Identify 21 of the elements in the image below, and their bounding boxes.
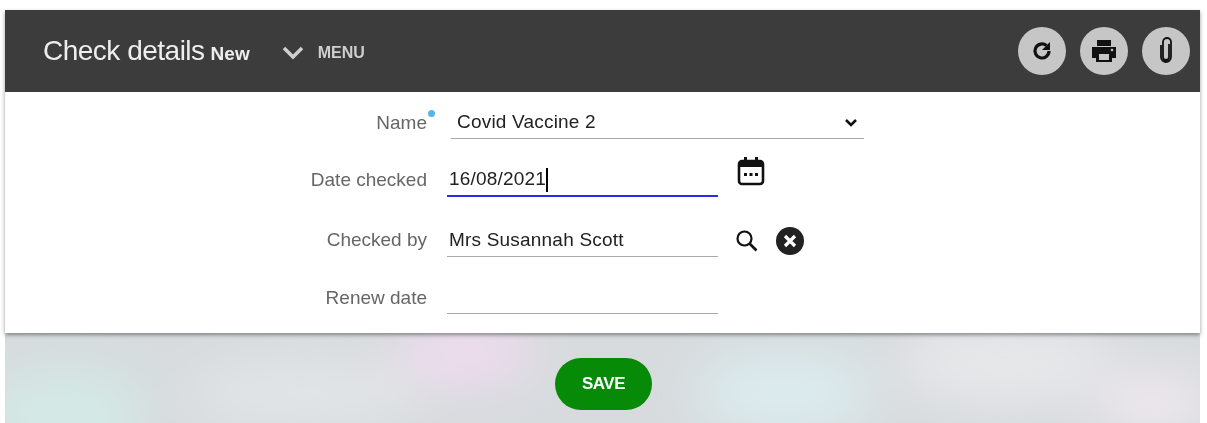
input-field[interactable]: Mrs Susannah Scott xyxy=(447,224,718,257)
input-field[interactable]: 16/08/2021 xyxy=(447,164,718,197)
attachment-button[interactable] xyxy=(1142,27,1190,75)
field-label: Date checked xyxy=(310,168,427,193)
field-label: Name xyxy=(376,110,427,135)
field-label: Checked by xyxy=(326,228,427,253)
clear-icon[interactable] xyxy=(775,225,805,256)
chevron-down-icon xyxy=(281,45,304,61)
chevron-down-icon xyxy=(844,117,858,128)
menu-button[interactable]: MENU xyxy=(281,41,365,65)
paperclip-icon xyxy=(1158,37,1174,65)
refresh-icon xyxy=(1030,39,1054,63)
printer-icon xyxy=(1091,39,1117,63)
dropdown-field[interactable]: Covid Vaccine 2 xyxy=(451,107,864,139)
search-icon[interactable] xyxy=(735,228,759,253)
status-label: New xyxy=(210,41,250,66)
print-button[interactable] xyxy=(1080,27,1128,75)
field-label: Renew date xyxy=(325,285,427,310)
refresh-button[interactable] xyxy=(1018,27,1066,75)
calendar-icon[interactable] xyxy=(737,156,765,186)
page-title: Check details xyxy=(43,34,205,68)
